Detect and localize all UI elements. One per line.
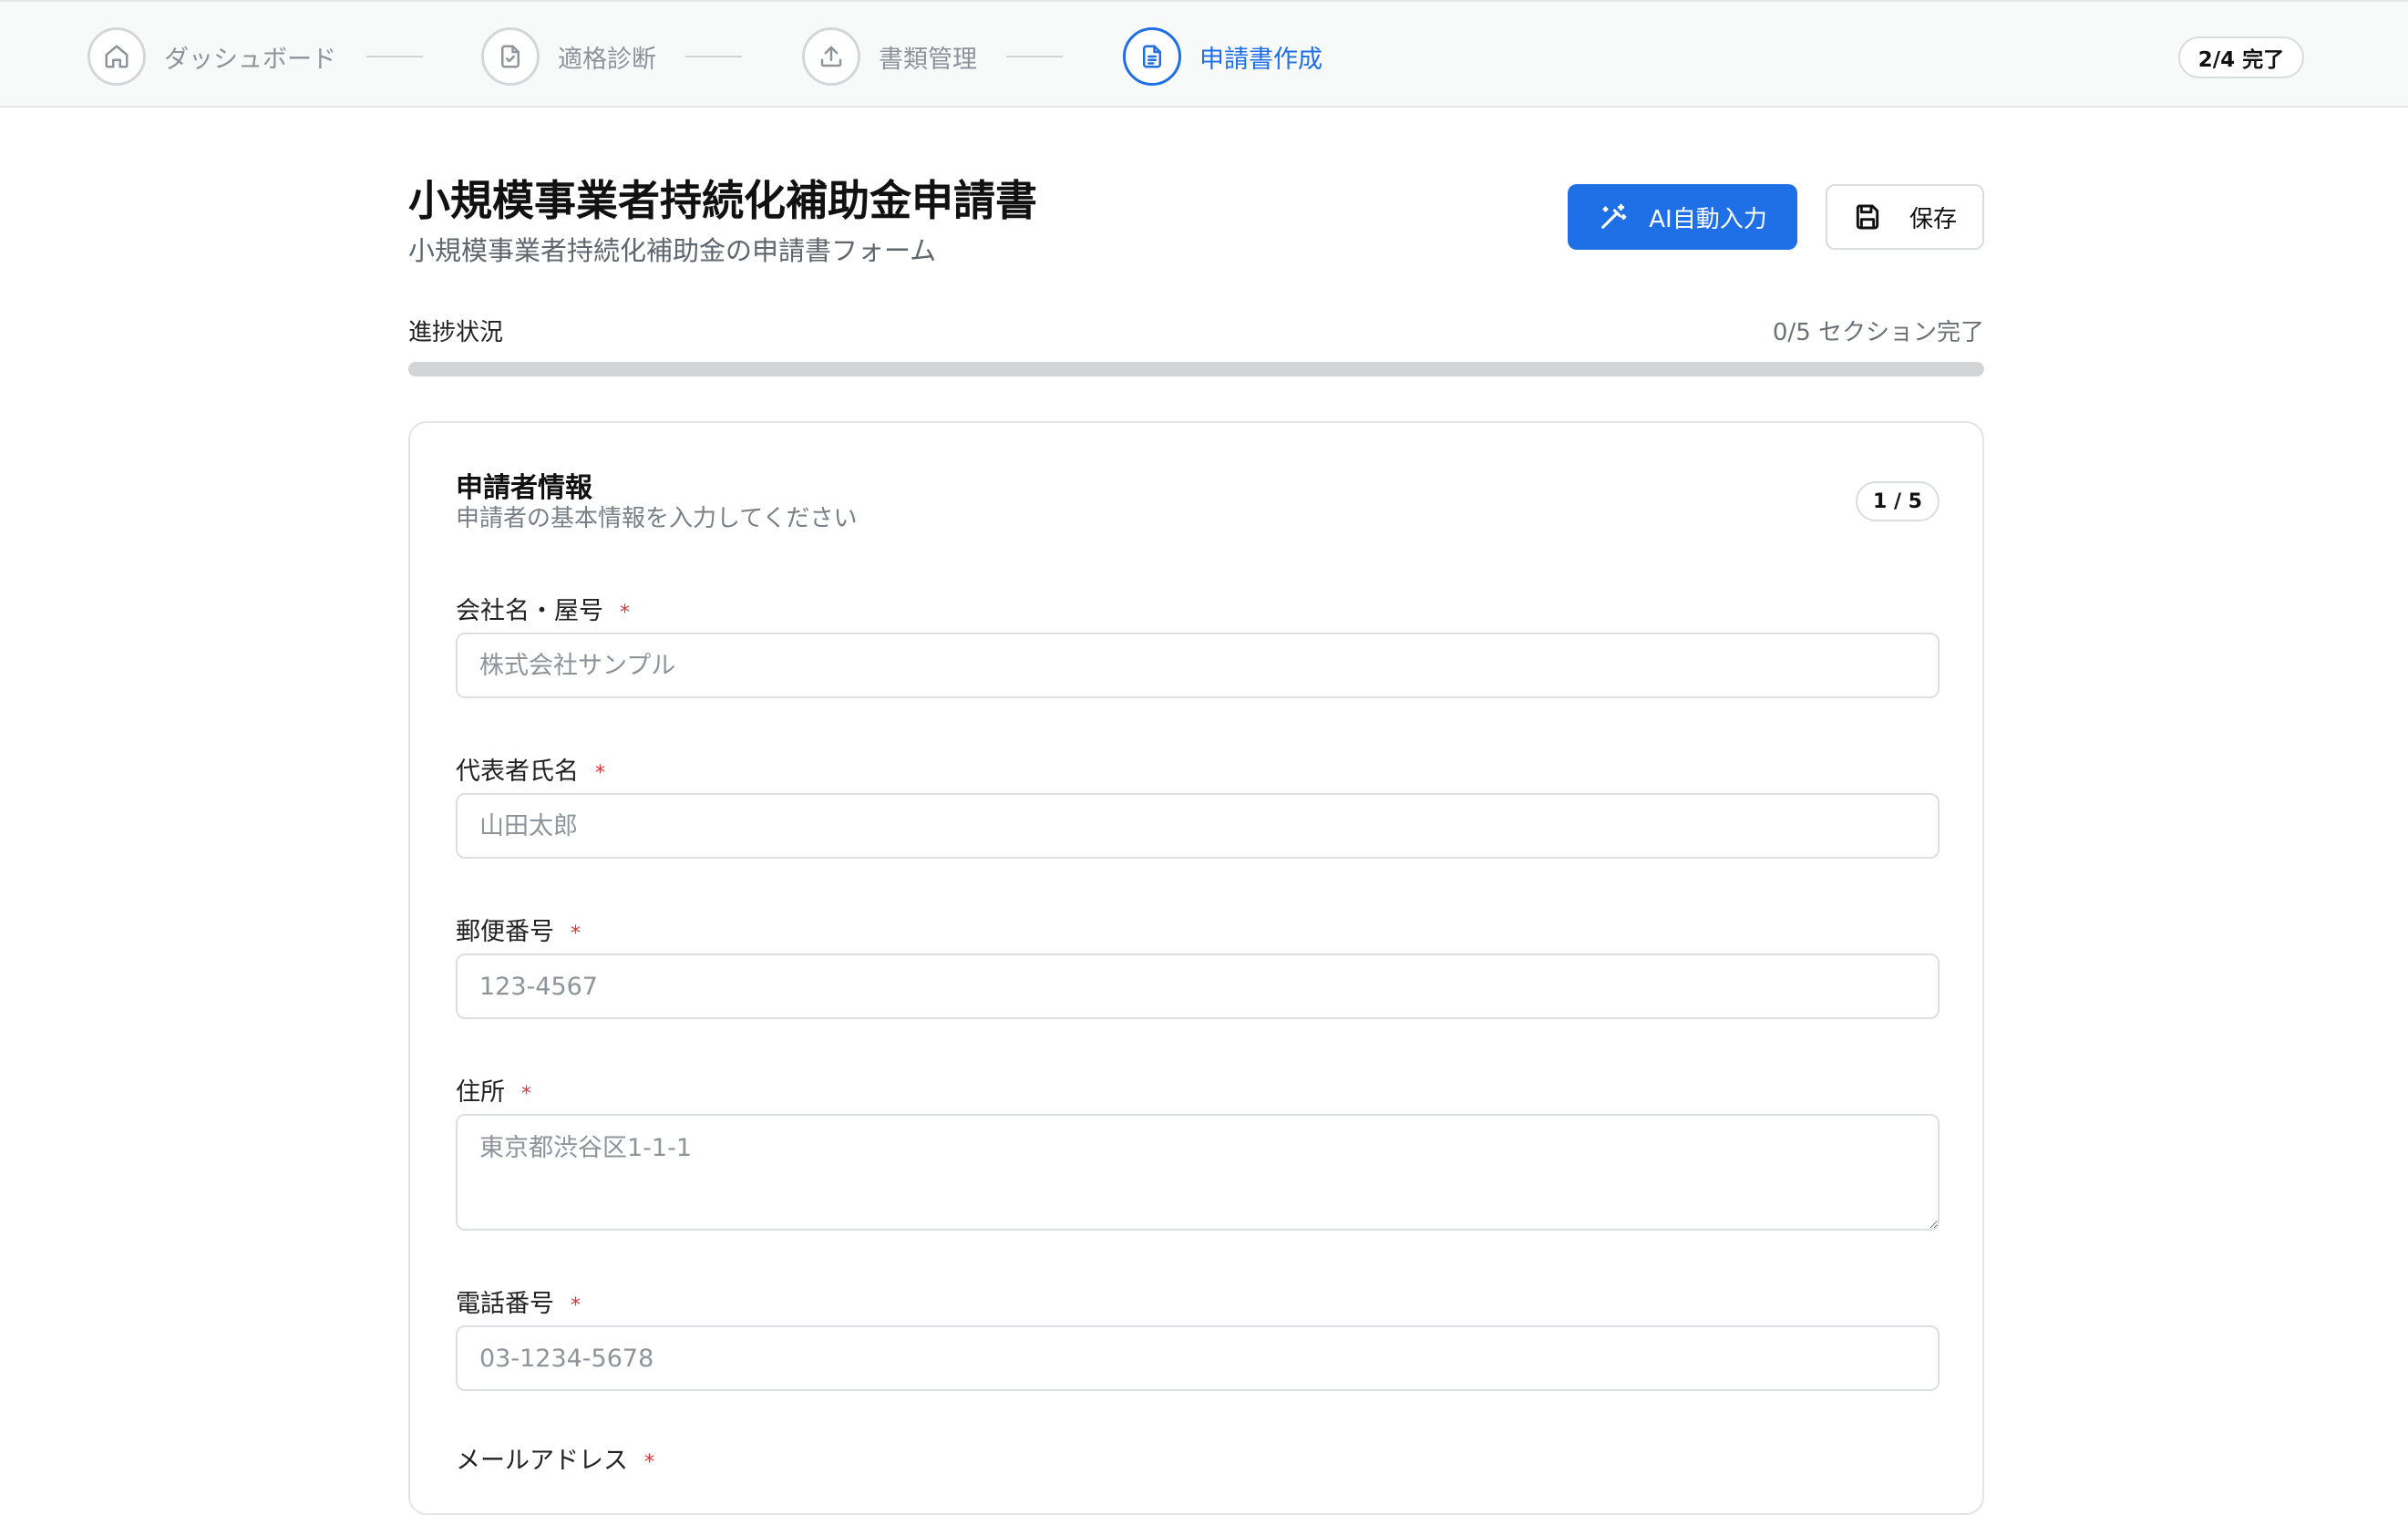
phone-number-input[interactable] [456,1325,1940,1391]
progress-count: 0/5 セクション完了 [1772,319,1984,346]
required-marker: * [571,1294,581,1317]
email-label: メールアドレス * [456,1440,654,1476]
required-marker: * [620,602,630,624]
field-label-text: 会社名・屋号 [456,597,603,625]
step-label: 適格診断 [558,45,656,74]
section-step-badge: 1 / 5 [1856,481,1940,521]
magic-wand-icon [1601,203,1627,229]
postal-code-input[interactable] [456,953,1940,1019]
step-connector [366,56,423,57]
step-eligibility[interactable]: 適格診断 [481,27,656,86]
representative-name-label: 代表者氏名 * [456,751,605,787]
step-dashboard[interactable]: ダッシュボード [87,27,336,86]
applicant-info-card: 申請者情報 申請者の基本情報を入力してください 1 / 5 会社名・屋号* 代表… [408,421,1984,1515]
home-icon [87,27,146,86]
company-name-input[interactable] [456,633,1940,698]
step-label: 書類管理 [879,45,977,74]
file-check-icon [481,27,540,86]
address-label: 住所 * [456,1072,531,1108]
required-marker: * [595,762,605,785]
phone-number-label: 電話番号 * [456,1283,581,1319]
step-application[interactable]: 申請書作成 [1123,27,1322,86]
representative-name-input[interactable] [456,793,1940,859]
postal-code-label: 郵便番号 * [456,912,581,947]
address-textarea[interactable] [456,1114,1940,1231]
save-button[interactable]: 保存 [1826,184,1984,250]
company-name-label: 会社名・屋号 * [456,591,630,626]
field-label-text: 電話番号 [456,1290,554,1318]
step-documents[interactable]: 書類管理 [802,27,977,86]
page-title: 小規模事業者持続化補助金申請書 [408,176,1037,225]
step-label: ダッシュボード [164,45,336,74]
field-label-text: 代表者氏名 [456,758,579,786]
stepper-bar: ダッシュボード 適格診断 書類管理 申請書作成 2/4 完了 [0,0,2408,108]
progress-label: 進捗状況 [408,319,504,346]
required-marker: * [644,1451,654,1474]
step-connector [1006,56,1063,57]
required-marker: * [571,922,581,945]
progress-bar [408,362,1984,376]
field-label-text: 住所 [456,1078,505,1107]
page-subtitle: 小規模事業者持続化補助金の申請書フォーム [408,235,937,266]
step-connector [685,56,742,57]
steps-progress-badge: 2/4 完了 [2178,36,2304,78]
field-label-text: 郵便番号 [456,918,554,946]
ai-autofill-label: AI自動入力 [1649,205,1767,233]
step-label: 申請書作成 [1199,45,1322,74]
required-marker: * [521,1083,531,1106]
section-description: 申請者の基本情報を入力してください [456,505,858,532]
ai-autofill-button[interactable]: AI自動入力 [1568,184,1797,250]
file-text-icon [1123,27,1181,86]
field-label-text: メールアドレス [456,1447,628,1475]
upload-icon [802,27,860,86]
save-label: 保存 [1909,205,1957,233]
save-icon [1856,204,1879,230]
